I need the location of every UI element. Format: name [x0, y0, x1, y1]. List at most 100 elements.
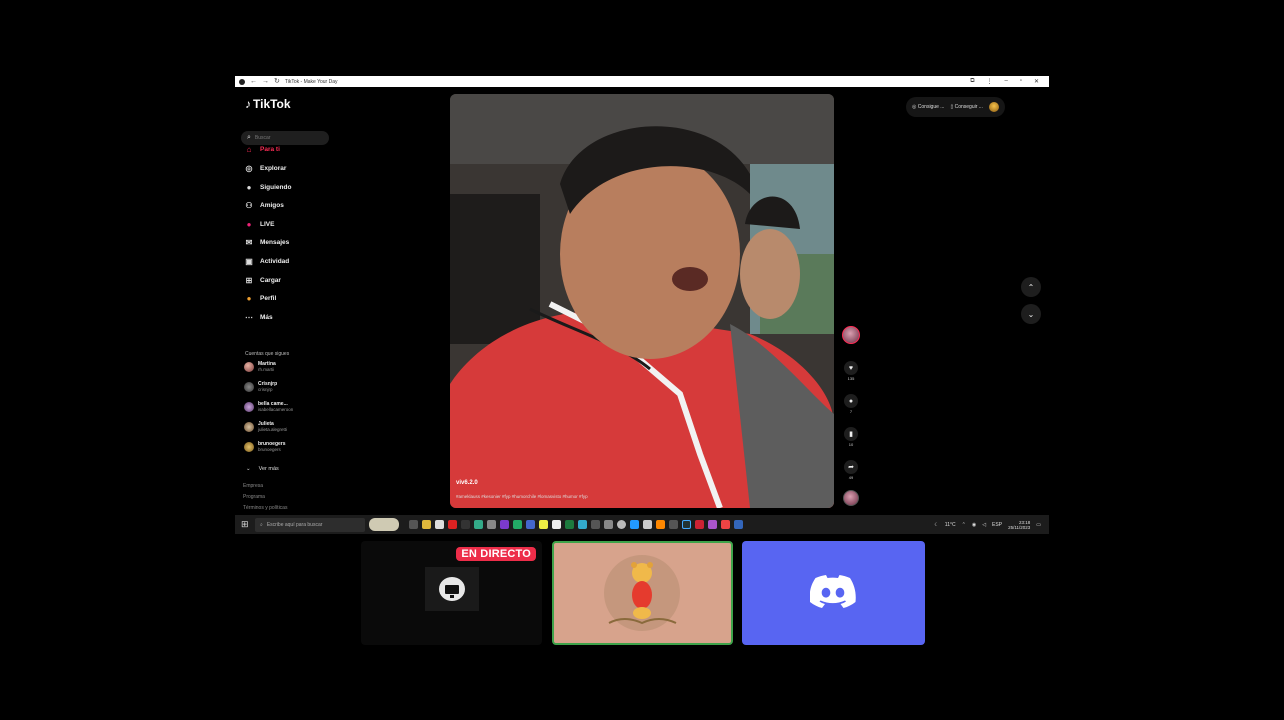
video-username[interactable]: viv6.2.0 — [456, 480, 478, 486]
search-icon: ⌕ — [260, 521, 263, 528]
get-app-label: Conseguir ... — [954, 104, 983, 110]
volume-icon[interactable]: ◁ — [982, 522, 986, 528]
nav-amigos[interactable]: ⚇ Amigos — [244, 200, 283, 210]
account-item[interactable]: brunoegers brunoegers — [244, 441, 286, 453]
nav-mensajes[interactable]: ✉ Mensajes — [244, 237, 290, 247]
app-icon[interactable] — [552, 520, 561, 529]
nav-mas[interactable]: ⋯ Más — [244, 312, 273, 322]
app-icon[interactable] — [708, 520, 717, 529]
search-icon: ⌕ — [247, 134, 251, 141]
menu-icon[interactable]: ⋮ — [986, 78, 992, 85]
video-caption: #ameklauss #kesonier #fyp #humorchile #l… — [456, 494, 588, 499]
windows-taskbar: ⊞ ⌕ Escribe aquí para buscar ☾ 11°C ⌃ ◉ … — [235, 515, 1049, 534]
nav-siguiendo[interactable]: ● Siguiendo — [244, 182, 292, 192]
account-handle: isabellacameroon — [258, 407, 294, 412]
search-input[interactable]: ⌕ Buscar — [241, 131, 329, 145]
nav-perfil[interactable]: ● Perfil — [244, 293, 277, 303]
app-icon[interactable] — [643, 520, 652, 529]
footer-link[interactable]: Términos y políticas — [243, 505, 287, 511]
minimize-icon[interactable]: – — [1004, 78, 1007, 85]
chevron-down-icon: ⌄ — [246, 466, 251, 472]
opera-icon[interactable] — [448, 520, 457, 529]
app-icon[interactable] — [721, 520, 730, 529]
tiktok-logo[interactable]: ♪ TikTok — [245, 97, 291, 111]
app-icon[interactable] — [526, 520, 535, 529]
window-controls: ⧉ ⋮ – ▫ ✕ — [970, 78, 1045, 85]
app-icon[interactable] — [513, 520, 522, 529]
footer-link[interactable]: Empresa — [243, 483, 263, 489]
tray-chevron-icon[interactable]: ⌃ — [962, 522, 966, 528]
close-icon[interactable]: ✕ — [1034, 78, 1039, 85]
taskbar-search[interactable]: ⌕ Escribe aquí para buscar — [255, 517, 365, 532]
reload-icon[interactable]: ↻ — [274, 78, 280, 85]
see-more-button[interactable]: ⌄ Ver más — [246, 466, 279, 472]
nav-cargar[interactable]: ⊞ Cargar — [244, 275, 281, 285]
back-icon[interactable]: ← — [250, 78, 257, 85]
app-icon[interactable] — [604, 520, 613, 529]
get-app-button[interactable]: ▯ Conseguir ... — [950, 104, 983, 110]
app-icon[interactable] — [591, 520, 600, 529]
app-icon[interactable] — [578, 520, 587, 529]
footer-link[interactable]: Programa — [243, 494, 265, 500]
monitor-icon — [439, 577, 465, 601]
get-coins-button[interactable]: ◎ Consigue ... — [912, 104, 944, 110]
video-player[interactable]: viv6.2.0 #ameklauss #kesonier #fyp #humo… — [450, 94, 834, 508]
live-badge: EN DIRECTO — [456, 547, 536, 561]
app-icon[interactable] — [669, 520, 678, 529]
app-icon[interactable] — [656, 520, 665, 529]
chrome-icon[interactable] — [474, 520, 483, 529]
notifications-icon[interactable]: ▭ — [1036, 522, 1041, 528]
account-item[interactable]: bella came... isabellacameroon — [244, 401, 293, 413]
creator-avatar-button[interactable] — [841, 326, 861, 344]
browser-titlebar: ← → ↻ TikTok - Make Your Day ⧉ ⋮ – ▫ ✕ — [235, 76, 1049, 87]
task-view-icon[interactable] — [409, 520, 418, 529]
get-coins-label: Consigue ... — [917, 104, 945, 110]
app-icon[interactable] — [695, 520, 704, 529]
account-item[interactable]: Martina rh.martii — [244, 361, 276, 373]
obs-icon[interactable] — [682, 520, 691, 529]
nav-label: Cargar — [260, 276, 281, 284]
music-disc-button[interactable] — [841, 490, 861, 506]
participant-tile-discord[interactable] — [742, 541, 925, 645]
app-icon[interactable] — [630, 520, 639, 529]
participant-tile-pooh[interactable] — [552, 541, 733, 645]
like-button[interactable]: ♥ 135 — [841, 361, 861, 381]
sticky-notes-icon[interactable] — [539, 520, 548, 529]
weather-icon[interactable]: ☾ — [934, 522, 938, 528]
nav-para-ti[interactable]: ⌂ Para ti — [244, 144, 280, 154]
maximize-icon[interactable]: ▫ — [1020, 78, 1022, 85]
comment-button[interactable]: ● 7 — [841, 394, 861, 414]
stream-view: ← → ↻ TikTok - Make Your Day ⧉ ⋮ – ▫ ✕ ♪… — [0, 0, 1284, 720]
app-icon[interactable] — [435, 520, 444, 529]
save-button[interactable]: ▮ 10 — [841, 427, 861, 447]
app-icon[interactable] — [461, 520, 470, 529]
settings-icon[interactable] — [617, 520, 626, 529]
clock[interactable]: 23:18 25/11/2023 — [1008, 520, 1030, 530]
account-item[interactable]: Crisnjrp crisnjrp — [244, 381, 277, 393]
language-indicator[interactable]: ESP — [992, 522, 1002, 528]
forward-icon[interactable]: → — [262, 78, 269, 85]
file-explorer-icon[interactable] — [422, 520, 431, 529]
app-icon[interactable] — [734, 520, 743, 529]
nav-explorar[interactable]: ◎ Explorar — [244, 163, 287, 173]
compass-icon: ◎ — [245, 163, 253, 173]
previous-video-button[interactable]: ⌃ — [1021, 277, 1041, 297]
app-icon[interactable] — [487, 520, 496, 529]
share-icon: ➦ — [844, 460, 858, 474]
avatar — [244, 382, 254, 392]
extensions-icon[interactable]: ⧉ — [970, 78, 974, 85]
nav-live[interactable]: ● LIVE — [244, 219, 275, 229]
excel-icon[interactable] — [565, 520, 574, 529]
search-highlight-icon[interactable] — [369, 518, 399, 531]
windows-start-icon[interactable]: ⊞ — [241, 519, 251, 530]
account-item[interactable]: Julieta julieta.alegretti — [244, 421, 287, 433]
upload-icon: ⊞ — [245, 275, 253, 285]
browser-logo-icon — [239, 78, 245, 85]
share-button[interactable]: ➦ 49 — [841, 460, 861, 480]
nav-actividad[interactable]: ▣ Actividad — [244, 256, 289, 266]
network-icon[interactable]: ◉ — [972, 522, 976, 528]
profile-avatar[interactable] — [988, 102, 999, 112]
next-video-button[interactable]: ⌄ — [1021, 304, 1041, 324]
live-stream-tile[interactable]: EN DIRECTO — [361, 541, 542, 645]
app-icon[interactable] — [500, 520, 509, 529]
